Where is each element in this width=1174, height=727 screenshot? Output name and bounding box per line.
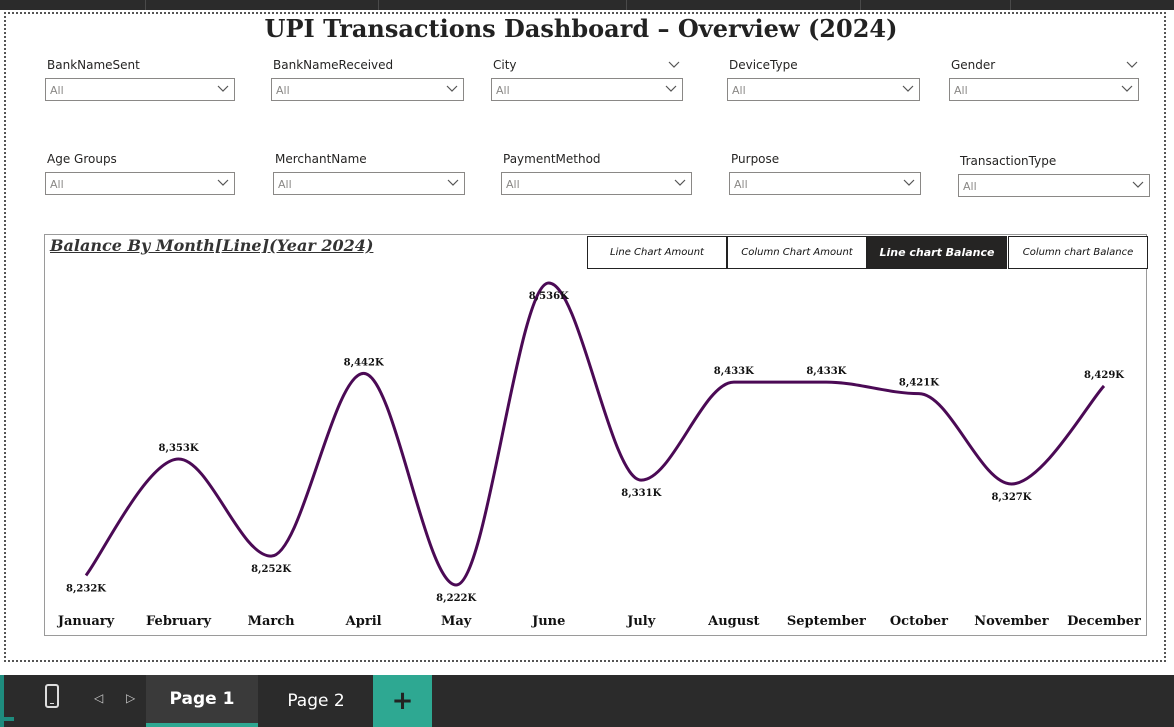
- data-label: 8,222K: [436, 593, 476, 604]
- page-navigation-bar: ◁ ▷ Page 1 Page 2 +: [0, 675, 1174, 727]
- x-axis-tick-label: September: [787, 614, 866, 629]
- mobile-layout-icon[interactable]: [45, 684, 59, 708]
- tab-page-1[interactable]: Page 1: [146, 675, 258, 727]
- data-label: 8,442K: [344, 357, 384, 368]
- x-axis-tick-label: May: [441, 614, 472, 629]
- x-axis-tick-label: October: [890, 614, 948, 629]
- data-label: 8,433K: [714, 366, 754, 377]
- next-page-icon[interactable]: ▷: [126, 691, 135, 705]
- data-label: 8,331K: [621, 488, 661, 499]
- data-label: 8,429K: [1084, 370, 1124, 381]
- add-page-button[interactable]: +: [373, 675, 432, 727]
- accent-strip: [0, 717, 14, 721]
- x-axis-tick-label: July: [626, 614, 656, 629]
- data-label: 8,252K: [251, 564, 291, 575]
- data-label: 8,433K: [806, 366, 846, 377]
- balance-series-line[interactable]: [84, 281, 1106, 587]
- x-axis-tick-label: January: [57, 614, 115, 629]
- data-label: 8,232K: [66, 583, 106, 594]
- x-axis-tick-label: November: [974, 614, 1048, 629]
- data-label: 8,353K: [159, 443, 199, 454]
- x-axis-tick-label: April: [345, 614, 382, 629]
- data-label: 8,421K: [899, 378, 939, 389]
- tab-page-2[interactable]: Page 2: [259, 675, 373, 727]
- data-label: 8,536K: [529, 291, 569, 302]
- chart-plot-area: 8,232K 8,353K 8,252K 8,442K 8,222K 8,536K 8,33…: [57, 281, 1141, 629]
- previous-page-icon[interactable]: ◁: [94, 691, 103, 705]
- x-axis-tick-label: December: [1067, 614, 1141, 629]
- x-axis-tick-label: August: [707, 614, 759, 629]
- data-label: 8,327K: [991, 492, 1031, 503]
- x-axis-tick-label: February: [146, 614, 211, 629]
- x-axis-tick-label: March: [248, 614, 296, 629]
- x-axis-tick-label: June: [531, 614, 565, 629]
